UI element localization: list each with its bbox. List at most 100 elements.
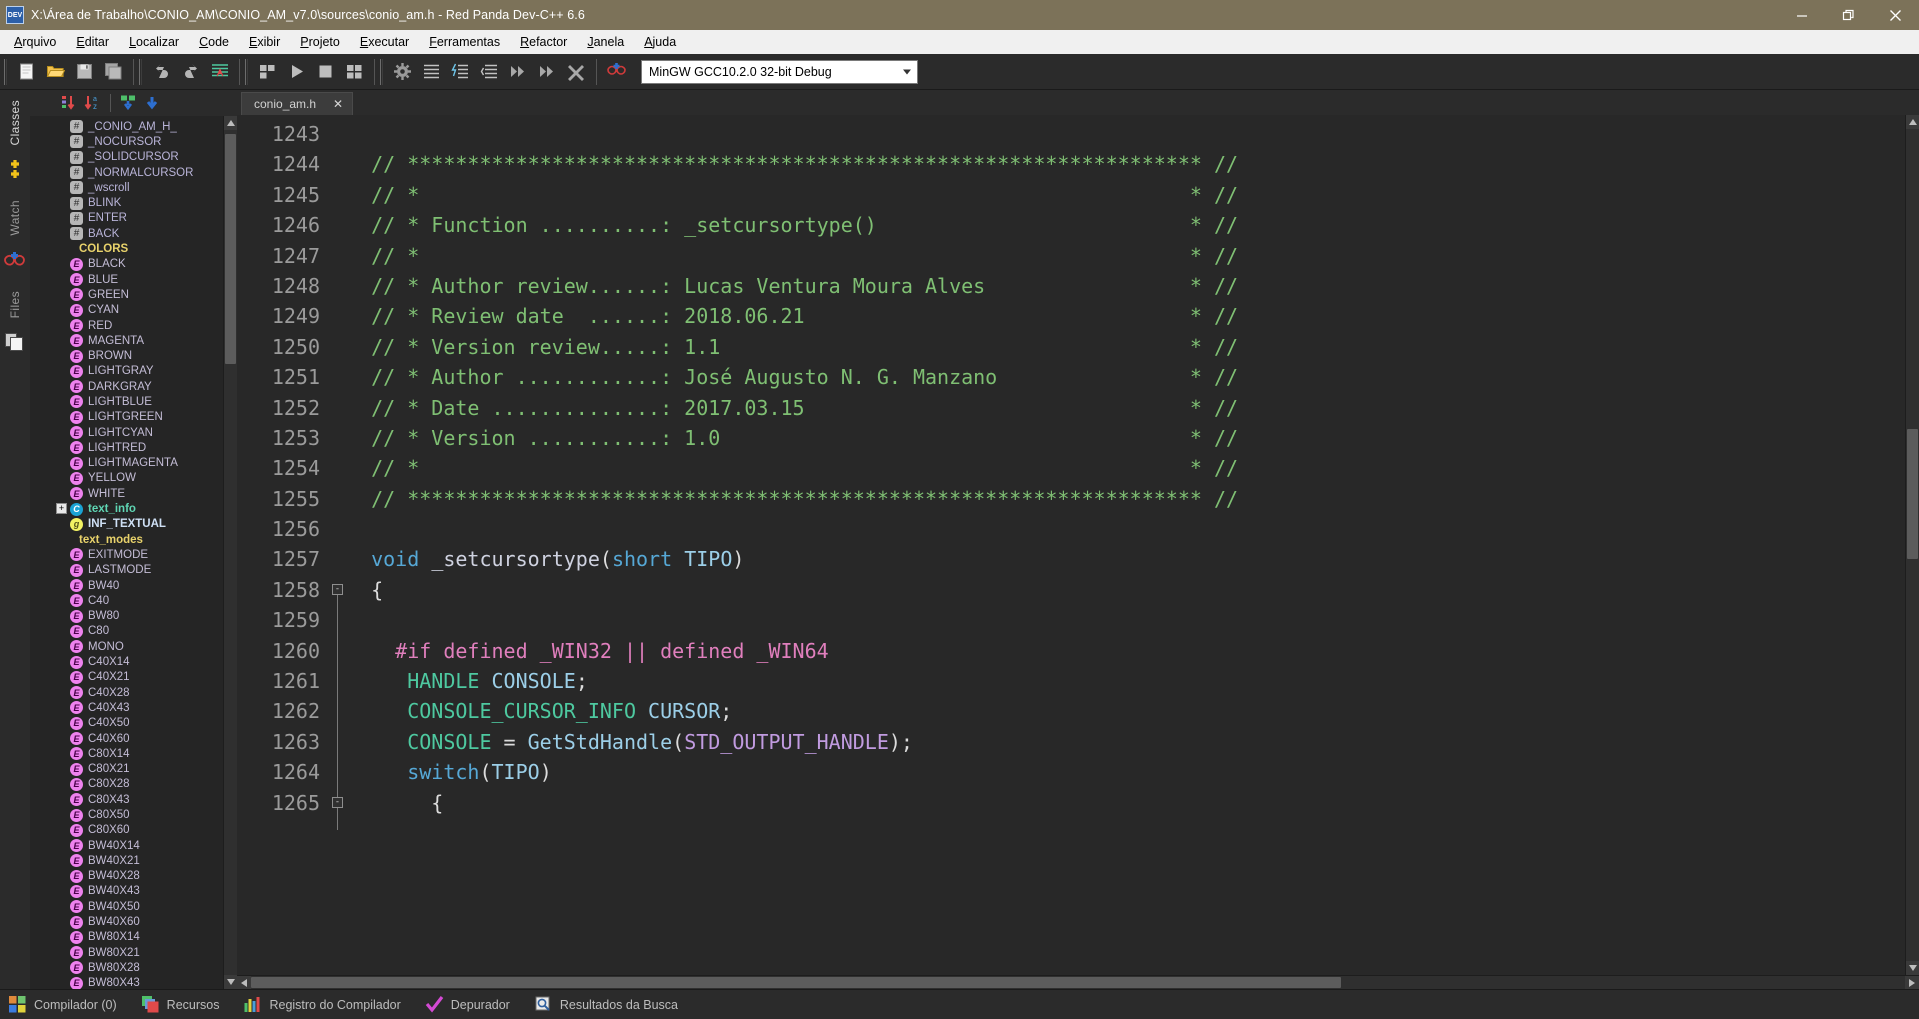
code-text[interactable]: // * Author ............: José Augusto N… [347, 362, 1905, 392]
tree-item[interactable]: E C40X14 [30, 654, 223, 669]
code-text[interactable]: { [347, 788, 1905, 818]
dock-tab-classes[interactable]: Classes [6, 94, 24, 151]
scroll-thumb[interactable] [1907, 429, 1918, 559]
tree-item[interactable]: E C80X43 [30, 792, 223, 807]
fold-column[interactable] [329, 423, 347, 453]
tree-item[interactable]: E BW40X14 [30, 838, 223, 853]
tree-item[interactable]: E DARKGRAY [30, 379, 223, 394]
menu-item-ferramentas[interactable]: Ferramentas [419, 33, 510, 52]
open-folder-icon[interactable] [42, 58, 69, 85]
find-replace-icon[interactable] [206, 58, 233, 85]
scroll-track[interactable] [224, 130, 237, 975]
menu-item-localizar[interactable]: Localizar [119, 33, 189, 52]
editor-tab-conio_am-h[interactable]: conio_am.h ✕ [241, 92, 354, 115]
tree-item[interactable]: E LASTMODE [30, 563, 223, 578]
code-line[interactable]: 1252 // * Date ..............: 2017.03.1… [237, 393, 1905, 423]
menu-item-refactor[interactable]: Refactor [510, 33, 577, 52]
code-line[interactable]: 1255 // ********************************… [237, 484, 1905, 514]
code-line[interactable]: 1260 #if defined _WIN32 || defined _WIN6… [237, 635, 1905, 679]
tree-item[interactable]: E BW80X14 [30, 930, 223, 945]
tree-item[interactable]: E C80 [30, 624, 223, 639]
tree-item[interactable]: COLORS [30, 241, 223, 256]
tree-item[interactable]: # ENTER [30, 211, 223, 226]
scroll-track[interactable] [251, 976, 1905, 989]
fold-toggle-icon[interactable]: - [332, 796, 343, 808]
unindent-icon[interactable] [476, 58, 503, 85]
tree-item[interactable]: E BW80X21 [30, 945, 223, 960]
code-line[interactable]: 1247 // * * // [237, 241, 1905, 271]
tree-item[interactable]: # _NOCURSOR [30, 134, 223, 149]
tree-item[interactable]: E MAGENTA [30, 333, 223, 348]
tree-item[interactable]: E C40X60 [30, 731, 223, 746]
fold-column[interactable] [329, 757, 347, 800]
code-line[interactable]: 1256 [237, 514, 1905, 544]
tree-item[interactable]: E GREEN [30, 287, 223, 302]
collapse-all-icon[interactable] [141, 92, 163, 114]
code-line[interactable]: 1257 void _setcursortype(short TIPO) [237, 544, 1905, 574]
run-icon[interactable] [283, 58, 310, 85]
tree-item[interactable]: E C80X28 [30, 777, 223, 792]
show-inherited-icon[interactable] [117, 92, 139, 114]
scroll-left-icon[interactable] [237, 976, 251, 989]
tree-item[interactable]: E C40X21 [30, 670, 223, 685]
code-text[interactable]: // * * // [347, 180, 1905, 210]
step-over-icon[interactable] [505, 58, 532, 85]
options-icon[interactable] [389, 58, 416, 85]
code-line[interactable]: 1249 // * Review date ......: 2018.06.21… [237, 301, 1905, 331]
class-browser-scrollbar[interactable] [223, 116, 237, 989]
menu-item-exibir[interactable]: Exibir [239, 33, 290, 52]
toolbar-grip-3[interactable] [245, 58, 249, 85]
toolbar-grip-1[interactable] [4, 58, 8, 85]
code-line[interactable]: 1258- { [237, 575, 1905, 618]
code-line[interactable]: 1246 // * Function ..........: _setcurso… [237, 210, 1905, 240]
fold-column[interactable] [329, 484, 347, 514]
minimize-button[interactable] [1778, 0, 1825, 30]
menu-item-executar[interactable]: Executar [350, 33, 419, 52]
code-line[interactable]: 1254 // * * // [237, 453, 1905, 483]
format-icon[interactable] [447, 58, 474, 85]
code-text[interactable]: // * Date ..............: 2017.03.15 * /… [347, 393, 1905, 423]
menu-item-code[interactable]: Code [189, 33, 239, 52]
tree-item[interactable]: # _SOLIDCURSOR [30, 150, 223, 165]
code-text[interactable]: // * * // [347, 241, 1905, 271]
fold-column[interactable] [329, 726, 347, 770]
fold-column[interactable] [329, 635, 347, 679]
code-text[interactable]: // *************************************… [347, 149, 1905, 179]
code-line[interactable]: 1245 // * * // [237, 180, 1905, 210]
scroll-down-icon[interactable] [1906, 961, 1919, 975]
save-all-icon[interactable] [100, 58, 127, 85]
tree-item[interactable]: E C80X50 [30, 807, 223, 822]
fold-column[interactable] [329, 119, 347, 149]
fold-column[interactable] [329, 271, 347, 301]
tree-item[interactable]: # _wscroll [30, 180, 223, 195]
code-line[interactable]: 1259 [237, 605, 1905, 648]
close-button[interactable] [1872, 0, 1919, 30]
fold-column[interactable]: - [329, 575, 347, 618]
tree-item[interactable]: E LIGHTRED [30, 440, 223, 455]
scroll-thumb[interactable] [251, 977, 1341, 988]
compiler-set-select[interactable]: MinGW GCC10.2.0 32-bit Debug [641, 59, 918, 84]
code-text[interactable]: { [347, 575, 1905, 605]
fold-column[interactable]: - [329, 788, 347, 830]
fold-column[interactable] [329, 514, 347, 544]
tree-item[interactable]: E BW40X43 [30, 884, 223, 899]
expand-icon[interactable]: + [56, 503, 67, 515]
fold-column[interactable] [329, 696, 347, 739]
step-into-icon[interactable] [534, 58, 561, 85]
class-browser-tree[interactable]: # _CONIO_AM_H_ # _NOCURSOR # _SOLIDCURSOR # _NO… [30, 116, 223, 989]
menu-item-projeto[interactable]: Projeto [290, 33, 350, 52]
status-item-compiler[interactable]: Compilador (0) [8, 995, 117, 1014]
compile-icon[interactable] [254, 58, 281, 85]
sort-alpha-icon[interactable] [58, 92, 80, 114]
code-text[interactable]: // * Review date ......: 2018.06.21 * // [347, 301, 1905, 331]
toolbar-grip-2[interactable] [139, 58, 143, 85]
tree-item[interactable]: E BW80 [30, 609, 223, 624]
tree-item[interactable]: E C80X14 [30, 746, 223, 761]
fold-column[interactable] [329, 393, 347, 423]
maximize-button[interactable] [1825, 0, 1872, 30]
editor-vertical-scrollbar[interactable] [1905, 115, 1919, 975]
fold-column[interactable] [329, 605, 347, 648]
scroll-track[interactable] [1906, 129, 1919, 961]
status-item-debugger[interactable]: Depurador [425, 995, 510, 1014]
scroll-thumb[interactable] [225, 134, 236, 364]
